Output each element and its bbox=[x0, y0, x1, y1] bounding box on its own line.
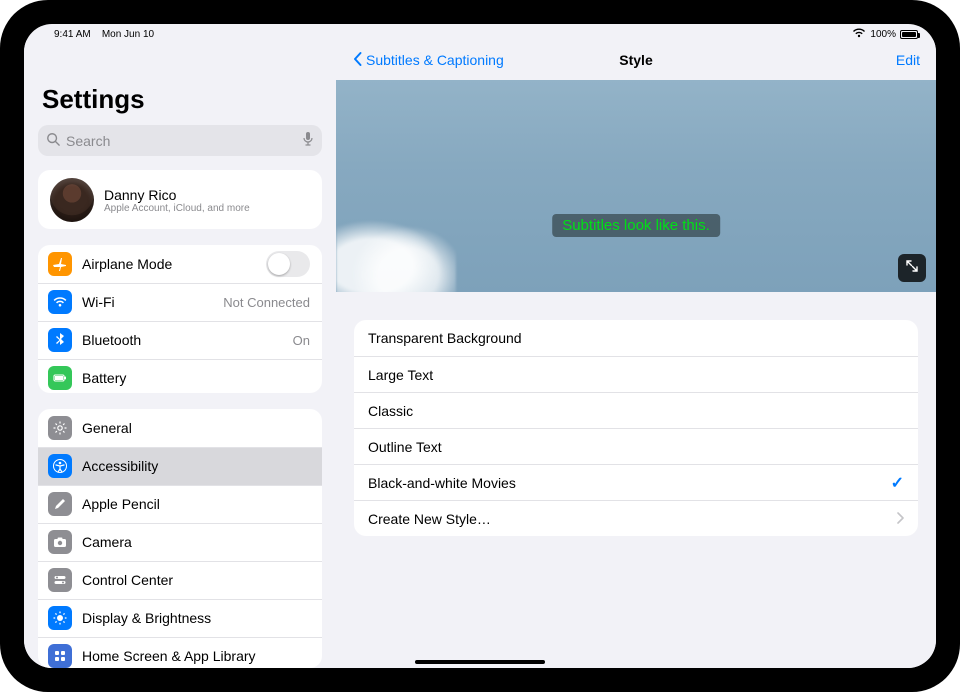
airplane-icon bbox=[48, 252, 72, 276]
battery-pct: 100% bbox=[870, 29, 896, 40]
brightness-icon bbox=[48, 606, 72, 630]
style-option-transparent-background[interactable]: Transparent Background bbox=[354, 320, 918, 356]
nav-bar: Subtitles & Captioning Style Edit bbox=[336, 40, 936, 80]
bluetooth-detail: On bbox=[293, 333, 310, 348]
style-label: Large Text bbox=[368, 367, 904, 383]
home-screen-label: Home Screen & App Library bbox=[82, 648, 310, 664]
sidebar-item-general[interactable]: General bbox=[38, 409, 322, 447]
chevron-right-icon bbox=[896, 511, 904, 527]
pencil-label: Apple Pencil bbox=[82, 496, 310, 512]
sidebar-item-airplane-mode[interactable]: Airplane Mode bbox=[38, 245, 322, 283]
search-icon bbox=[46, 132, 60, 149]
battery-icon bbox=[900, 30, 918, 39]
nav-edit-button[interactable]: Edit bbox=[896, 52, 920, 68]
wifi-label: Wi-Fi bbox=[82, 294, 213, 310]
screen: 9:41 AM Mon Jun 10 100% Settings bbox=[24, 24, 936, 668]
subtitle-preview: Subtitles look like this. bbox=[336, 80, 936, 292]
dictate-icon[interactable] bbox=[302, 131, 314, 150]
wifi-icon bbox=[852, 28, 866, 41]
sidebar-item-apple-pencil[interactable]: Apple Pencil bbox=[38, 485, 322, 523]
status-right: 100% bbox=[852, 28, 918, 41]
control-center-label: Control Center bbox=[82, 572, 310, 588]
subtitle-sample-text: Subtitles look like this. bbox=[552, 214, 720, 237]
ipad-frame: 9:41 AM Mon Jun 10 100% Settings bbox=[0, 0, 960, 692]
wifi-icon bbox=[48, 290, 72, 314]
settings-sidebar: Settings Search Danny Rico bbox=[24, 40, 336, 668]
style-label: Black-and-white Movies bbox=[368, 475, 891, 491]
account-sub: Apple Account, iCloud, and more bbox=[104, 203, 250, 214]
general-label: General bbox=[82, 420, 310, 436]
bluetooth-icon bbox=[48, 328, 72, 352]
battery-icon bbox=[48, 366, 72, 390]
style-label: Transparent Background bbox=[368, 330, 904, 346]
battery-label: Battery bbox=[82, 370, 310, 386]
nav-back-label: Subtitles & Captioning bbox=[366, 52, 504, 68]
create-new-label: Create New Style… bbox=[368, 511, 896, 527]
search-input[interactable]: Search bbox=[38, 125, 322, 156]
checkmark-icon: ✓ bbox=[891, 473, 904, 493]
style-option-black-and-white-movies[interactable]: Black-and-white Movies ✓ bbox=[354, 464, 918, 500]
sidebar-item-display-brightness[interactable]: Display & Brightness bbox=[38, 599, 322, 637]
airplane-label: Airplane Mode bbox=[82, 256, 256, 272]
sidebar-item-wifi[interactable]: Wi-Fi Not Connected bbox=[38, 283, 322, 321]
bluetooth-label: Bluetooth bbox=[82, 332, 283, 348]
status-time: 9:41 AM bbox=[54, 29, 91, 40]
sidebar-item-accessibility[interactable]: Accessibility bbox=[38, 447, 322, 485]
home-indicator[interactable] bbox=[415, 660, 545, 664]
sidebar-item-control-center[interactable]: Control Center bbox=[38, 561, 322, 599]
content-pane: Subtitles & Captioning Style Edit Subtit… bbox=[336, 40, 936, 668]
chevron-left-icon bbox=[352, 51, 364, 70]
style-option-outline-text[interactable]: Outline Text bbox=[354, 428, 918, 464]
sidebar-item-home-screen[interactable]: Home Screen & App Library bbox=[38, 637, 322, 668]
expand-preview-button[interactable] bbox=[898, 254, 926, 282]
cloud-decoration bbox=[336, 212, 456, 292]
accessibility-icon bbox=[48, 454, 72, 478]
gear-icon bbox=[48, 416, 72, 440]
display-label: Display & Brightness bbox=[82, 610, 310, 626]
pencil-icon bbox=[48, 492, 72, 516]
camera-icon bbox=[48, 530, 72, 554]
style-option-classic[interactable]: Classic bbox=[354, 392, 918, 428]
sidebar-group-general: General Accessibility Apple Pencil bbox=[38, 409, 322, 668]
home-screen-icon bbox=[48, 644, 72, 668]
sidebar-item-battery[interactable]: Battery bbox=[38, 359, 322, 393]
status-date: Mon Jun 10 bbox=[102, 29, 154, 40]
status-time-date: 9:41 AM Mon Jun 10 bbox=[54, 29, 154, 40]
sidebar-item-bluetooth[interactable]: Bluetooth On bbox=[38, 321, 322, 359]
style-create-new[interactable]: Create New Style… bbox=[354, 500, 918, 536]
airplane-toggle[interactable] bbox=[266, 251, 310, 277]
expand-icon bbox=[905, 259, 919, 278]
avatar bbox=[50, 178, 94, 222]
style-option-large-text[interactable]: Large Text bbox=[354, 356, 918, 392]
status-bar: 9:41 AM Mon Jun 10 100% bbox=[24, 24, 936, 42]
control-center-icon bbox=[48, 568, 72, 592]
style-list: Transparent Background Large Text Classi… bbox=[354, 320, 918, 536]
nav-back-button[interactable]: Subtitles & Captioning bbox=[352, 51, 504, 70]
style-label: Classic bbox=[368, 403, 904, 419]
sidebar-item-camera[interactable]: Camera bbox=[38, 523, 322, 561]
account-name: Danny Rico bbox=[104, 187, 250, 203]
wifi-detail: Not Connected bbox=[223, 295, 310, 310]
style-label: Outline Text bbox=[368, 439, 904, 455]
accessibility-label: Accessibility bbox=[82, 458, 310, 474]
sidebar-title: Settings bbox=[24, 46, 336, 121]
camera-label: Camera bbox=[82, 534, 310, 550]
search-placeholder: Search bbox=[66, 133, 296, 149]
sidebar-group-connectivity: Airplane Mode Wi-Fi Not Connected bbox=[38, 245, 322, 393]
account-card[interactable]: Danny Rico Apple Account, iCloud, and mo… bbox=[38, 170, 322, 228]
